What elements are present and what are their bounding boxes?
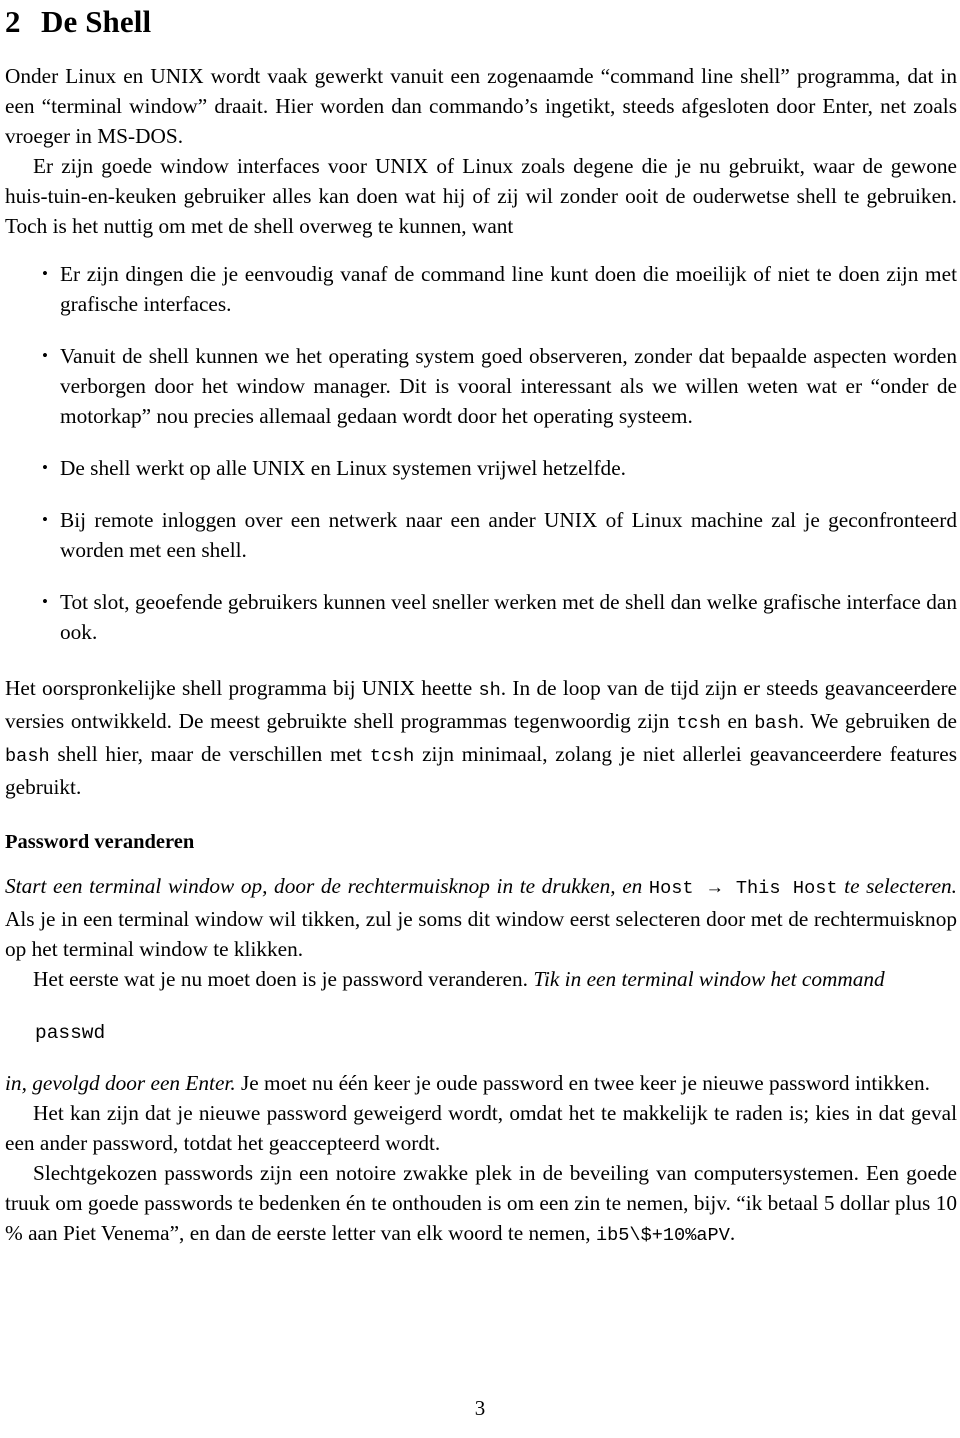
paragraph-shell-programs: Het oorspronkelijke shell programma bij …: [5, 673, 957, 802]
code-password-example: ib5\$+10%aPV: [595, 1224, 730, 1246]
code-this-host-menu: This Host: [735, 877, 838, 899]
text-part: Als je in een terminal window wil tikken…: [5, 906, 957, 961]
paragraph-weak-passwords: Slechtgekozen passwords zijn een notoire…: [5, 1158, 957, 1251]
paragraph-terminal-start: Start een terminal window op, door de re…: [5, 871, 957, 964]
arrow-icon: →: [705, 876, 724, 898]
code-block-passwd: passwd: [35, 1021, 106, 1044]
list-item: Er zijn dingen die je eenvoudig vanaf de…: [5, 259, 957, 319]
italic-instruction: Tik in een terminal window het command: [533, 966, 885, 991]
code-host-menu: Host: [648, 877, 694, 899]
paragraph-intro-1: Onder Linux en UNIX wordt vaak gewerkt v…: [5, 64, 957, 148]
document-page: 2 De Shell Onder Linux en UNIX wordt vaak…: [0, 0, 960, 1438]
page-content: 2 De Shell Onder Linux en UNIX wordt vaak…: [5, 0, 957, 1251]
text-part: en: [720, 709, 755, 733]
paragraph-password-change: Het eerste wat je nu moet doen is je pas…: [5, 964, 957, 994]
paragraph-after-code: in, gevolgd door een Enter. Je moet nu é…: [5, 1068, 957, 1098]
shell-advantages-list: Er zijn dingen die je eenvoudig vanaf de…: [5, 259, 957, 647]
paragraph-intro-2: Er zijn goede window interfaces voor UNI…: [5, 154, 957, 238]
code-tcsh: tcsh: [369, 746, 415, 767]
list-item: Vanuit de shell kunnen we het operating …: [5, 341, 957, 431]
section-number: 2: [5, 4, 21, 39]
text-part: shell hier, maar de verschillen met: [49, 742, 370, 766]
italic-instruction: in, gevolgd door een Enter.: [5, 1070, 236, 1095]
list-item: De shell werkt op alle UNIX en Linux sys…: [5, 453, 957, 483]
code-bash: bash: [754, 713, 799, 734]
paragraph-password-refused: Het kan zijn dat je nieuwe password gewe…: [5, 1100, 957, 1155]
section-heading: 2 De Shell: [5, 6, 957, 37]
text-part: . We gebruiken de: [798, 709, 957, 733]
text-part: Slechtgekozen passwords zijn een notoire…: [5, 1160, 957, 1245]
list-item: Bij remote inloggen over een netwerk naa…: [5, 505, 957, 565]
code-tcsh: tcsh: [676, 713, 721, 734]
code-bash: bash: [5, 746, 50, 767]
list-item: Tot slot, geoefende gebruikers kunnen ve…: [5, 587, 957, 647]
italic-instruction: te selecteren.: [837, 873, 957, 898]
section-title: De Shell: [41, 4, 152, 39]
text-part: Het oorspronkelijke shell programma bij …: [5, 676, 479, 700]
text-part: Het eerste wat je nu moet doen is je pas…: [33, 966, 534, 991]
code-sh: sh: [478, 680, 501, 701]
text-part: .: [729, 1220, 736, 1245]
page-number: 3: [474, 1396, 486, 1420]
text-part: Je moet nu één keer je oude password en …: [235, 1070, 930, 1095]
italic-instruction: Start een terminal window op, door de re…: [5, 873, 649, 898]
subsection-heading-password: Password veranderen: [5, 831, 195, 853]
